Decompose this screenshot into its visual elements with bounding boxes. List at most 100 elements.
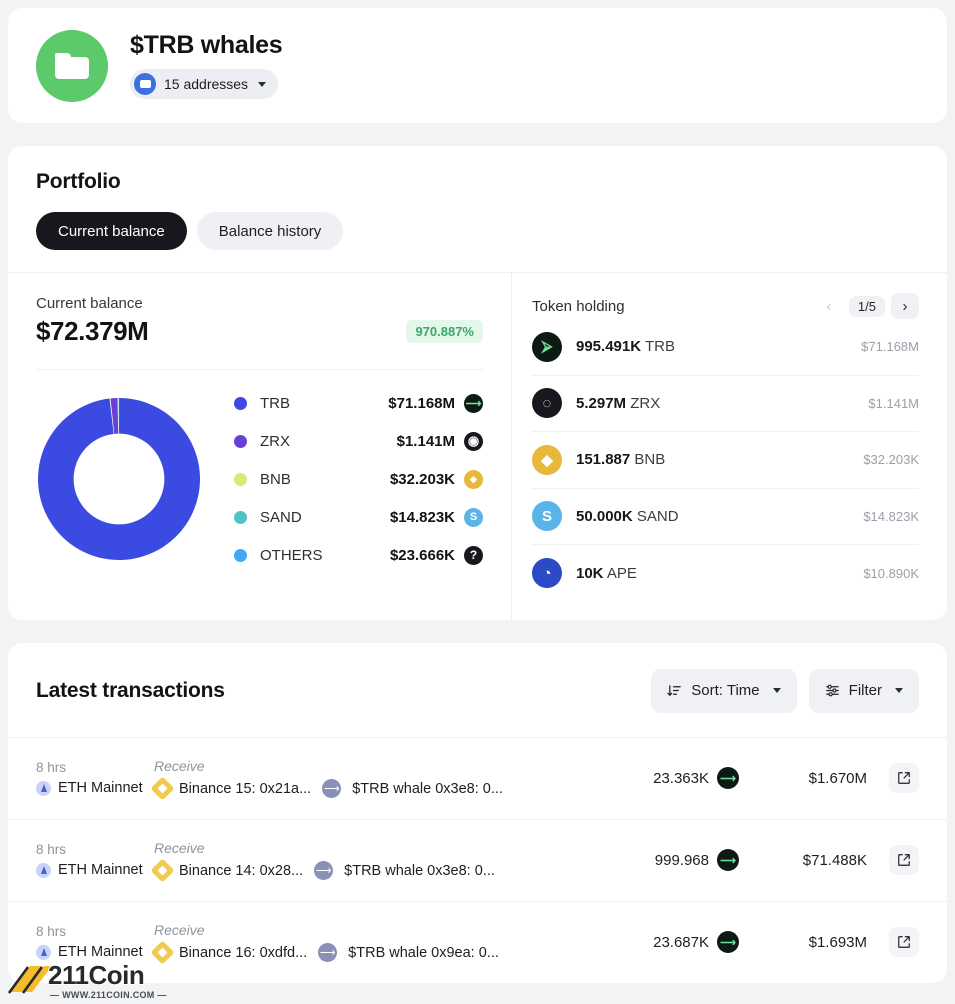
legend-value: $71.168M xyxy=(388,394,455,412)
token-holding-row[interactable]: ◌ 5.297M ZRX $1.141M xyxy=(532,376,919,432)
legend-value: $32.203K xyxy=(389,470,455,488)
legend-item[interactable]: BNB $32.203K ◆ xyxy=(234,460,483,498)
watermark-subtitle: — WWW.211COIN.COM — xyxy=(50,990,167,1000)
arrow-right-icon: ⟶ xyxy=(322,779,342,798)
ethereum-icon xyxy=(36,862,51,878)
legend-color-swatch xyxy=(234,548,247,562)
binance-icon xyxy=(150,858,175,883)
balance-column: Current balance $72.379M 970.887% TRB $7… xyxy=(8,273,511,620)
tx-age: 8 hrs xyxy=(36,924,67,939)
tx-age: 8 hrs xyxy=(36,842,67,857)
token-amount-value: 50.000K xyxy=(576,507,633,525)
chevron-right-icon[interactable]: › xyxy=(891,293,919,319)
token-amount: 10K APE xyxy=(576,565,637,582)
token-amount: 151.887 BNB xyxy=(576,451,665,468)
transactions-list: 8 hrs ETH Mainnet Receive Binance 15: 0x21a… xyxy=(8,736,947,983)
token-usd-value: $71.168M xyxy=(861,339,919,355)
token-holding-row[interactable]: ⮚ 995.491K TRB $71.168M xyxy=(532,319,919,376)
tx-amount-value: 999.968 xyxy=(654,851,709,869)
token-holding-list: ⮚ 995.491K TRB $71.168M ◌ 5.297M ZRX $1.141M ◆… xyxy=(532,319,919,602)
tx-chain: ETH Mainnet xyxy=(36,862,154,878)
tx-amount-value: 23.687K xyxy=(653,933,709,951)
token-usd-value: $10.890K xyxy=(863,565,919,581)
trb-coin-icon: ⟶ xyxy=(464,393,483,413)
token-symbol: APE xyxy=(603,564,637,582)
tx-from-address[interactable]: Binance 16: 0xdfd... xyxy=(179,945,307,961)
portfolio-legend: TRB $71.168M ⟶ ZRX $1.141M ◉ BNB $32.203… xyxy=(234,384,483,574)
token-holding-row[interactable]: ◆ 151.887 BNB $32.203K xyxy=(532,432,919,489)
legend-item[interactable]: OTHERS $23.666K ? xyxy=(234,536,483,574)
folder-icon xyxy=(36,29,108,102)
tx-usd-value: $71.488K xyxy=(802,851,867,869)
sort-icon xyxy=(667,685,682,697)
chevron-left-icon[interactable]: ‹ xyxy=(815,293,843,319)
token-holding-pager: ‹ 1/5 › xyxy=(815,293,919,319)
tx-from-address[interactable]: Binance 15: 0x21a... xyxy=(179,781,311,797)
tx-to-address[interactable]: $TRB whale 0x3e8: 0... xyxy=(344,863,495,879)
bnb-coin-icon: ◆ xyxy=(532,444,562,475)
legend-label: OTHERS xyxy=(260,546,323,564)
balance-change-badge: 970.887% xyxy=(406,320,483,343)
sand-coin-icon: S xyxy=(532,501,562,532)
legend-value: $14.823K xyxy=(389,508,455,526)
filter-button-label: Filter xyxy=(848,682,882,699)
portfolio-card: Portfolio Current balance Balance histor… xyxy=(8,146,947,620)
tx-flow-cell: Receive Binance 14: 0x28... ⟶ $TRB whale 0x… xyxy=(150,840,591,883)
tx-amount-cell: 999.968 ⟶ xyxy=(591,849,739,871)
portfolio-tabs: Current balance Balance history xyxy=(36,212,919,250)
tx-addresses: Binance 15: 0x21a... ⟶ $TRB whale 0x3e8: 0… xyxy=(150,776,591,801)
legend-item[interactable]: SAND $14.823K S xyxy=(234,498,483,536)
portfolio-body: Current balance $72.379M 970.887% TRB $7… xyxy=(8,272,947,620)
arrow-right-icon: ⟶ xyxy=(318,943,338,962)
legend-item[interactable]: TRB $71.168M ⟶ xyxy=(234,384,483,422)
token-amount: 995.491K TRB xyxy=(576,338,675,355)
tab-current-balance[interactable]: Current balance xyxy=(36,212,187,250)
current-balance-amount: $72.379M xyxy=(36,316,149,346)
external-link-icon[interactable] xyxy=(889,845,919,875)
tx-amount-value: 23.363K xyxy=(653,769,709,787)
chevron-down-icon xyxy=(895,688,903,693)
address-count-label: 15 addresses xyxy=(164,76,249,93)
sort-button-label: Sort: Time xyxy=(691,682,760,699)
token-symbol: SAND xyxy=(632,507,679,525)
token-amount: 5.297M ZRX xyxy=(576,395,660,412)
tx-time-cell: 8 hrs ETH Mainnet xyxy=(36,842,154,878)
filter-button[interactable]: Filter xyxy=(808,668,919,713)
tx-time-cell: 8 hrs ETH Mainnet xyxy=(36,924,154,960)
table-row[interactable]: 8 hrs ETH Mainnet Receive Binance 14: 0x28.… xyxy=(8,818,947,901)
tx-chain-label: ETH Mainnet xyxy=(58,780,143,796)
token-symbol: ZRX xyxy=(626,394,661,412)
legend-color-swatch xyxy=(234,396,247,410)
header-text: $TRB whales 15 addresses xyxy=(130,30,283,100)
legend-label: SAND xyxy=(260,508,302,526)
tx-chain: ETH Mainnet xyxy=(36,780,154,796)
tx-chain-label: ETH Mainnet xyxy=(58,862,143,878)
address-count-dropdown[interactable]: 15 addresses xyxy=(130,69,279,100)
tx-from-address[interactable]: Binance 14: 0x28... xyxy=(179,863,303,879)
token-holding-row[interactable]: S 50.000K SAND $14.823K xyxy=(532,489,919,545)
tx-to-address[interactable]: $TRB whale 0x3e8: 0... xyxy=(352,781,503,797)
header-card: $TRB whales 15 addresses xyxy=(8,8,947,123)
ethereum-icon xyxy=(36,780,51,796)
external-link-icon[interactable] xyxy=(889,927,919,957)
tab-balance-history[interactable]: Balance history xyxy=(196,212,344,250)
tx-amount-cell: 23.687K ⟶ xyxy=(591,931,739,953)
token-usd-value: $32.203K xyxy=(863,452,919,468)
page-title: $TRB whales xyxy=(130,30,283,59)
transactions-header: Latest transactions Sort: Time Filter xyxy=(8,643,947,737)
page-indicator: 1/5 xyxy=(848,295,885,317)
tx-type: Receive xyxy=(154,922,205,938)
sort-button[interactable]: Sort: Time xyxy=(651,668,797,713)
table-row[interactable]: 8 hrs ETH Mainnet Receive Binance 16: 0xdfd… xyxy=(8,900,947,983)
external-link-icon[interactable] xyxy=(889,763,919,793)
legend-item[interactable]: ZRX $1.141M ◉ xyxy=(234,422,483,460)
token-symbol: TRB xyxy=(641,338,675,356)
table-row[interactable]: 8 hrs ETH Mainnet Receive Binance 15: 0x21a… xyxy=(8,736,947,819)
tx-to-address[interactable]: $TRB whale 0x9ea: 0... xyxy=(348,945,499,961)
trb-coin-icon: ⮚ xyxy=(532,331,562,362)
tx-amount-cell: 23.363K ⟶ xyxy=(591,767,739,789)
chevron-down-icon xyxy=(258,81,267,87)
tx-time-cell: 8 hrs ETH Mainnet xyxy=(36,760,154,796)
tx-flow-cell: Receive Binance 16: 0xdfd... ⟶ $TRB whale 0… xyxy=(150,922,591,965)
token-holding-row[interactable]: ◔ 10K APE $10.890K xyxy=(532,545,919,602)
